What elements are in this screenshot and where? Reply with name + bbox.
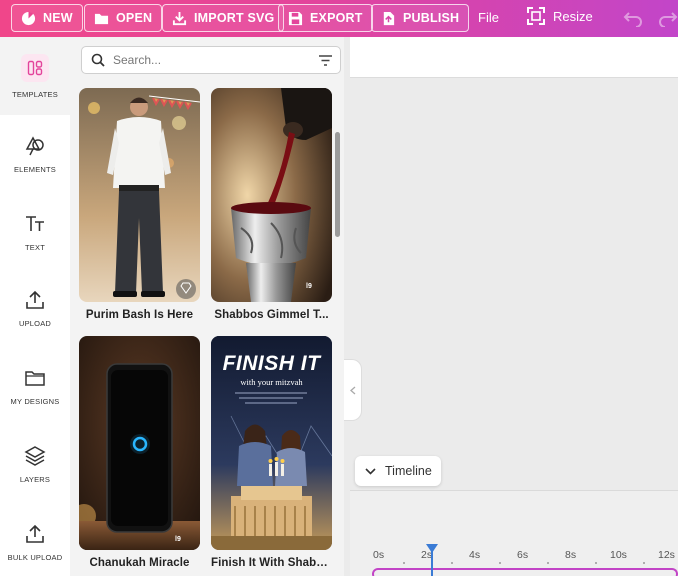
template-thumbnail: l9: [79, 336, 200, 550]
chevron-left-icon: [349, 386, 355, 394]
scrollbar-thumb[interactable]: [335, 132, 340, 237]
resize-button[interactable]: Resize: [527, 7, 593, 25]
wine-thumbnail-image: l9: [211, 88, 332, 302]
playhead-handle[interactable]: [426, 544, 438, 553]
template-title: Finish It With Shabb...: [211, 557, 332, 569]
layers-icon: [24, 445, 46, 466]
sidebar-label-elements: ELEMENTS: [13, 164, 57, 174]
folder-icon: [25, 370, 45, 386]
filter-icon[interactable]: [319, 55, 332, 66]
top-toolbar: NEW OPEN IMPORT SVG EXPORT PUBLISH File …: [0, 0, 678, 37]
search-input[interactable]: [113, 53, 303, 67]
export-label: EXPORT: [310, 11, 363, 25]
tick-label: 8s: [565, 549, 577, 561]
purim-thumbnail-image: [79, 88, 200, 302]
upload-icon: [26, 290, 44, 309]
template-thumbnail: FINISH IT with your mitzvah: [211, 336, 332, 550]
open-button[interactable]: OPEN: [84, 4, 163, 32]
publish-button[interactable]: PUBLISH: [371, 4, 470, 32]
import-svg-button[interactable]: IMPORT SVG: [162, 4, 285, 32]
template-card[interactable]: l9 Chanukah Miracle: [79, 336, 200, 569]
search-box: [81, 46, 341, 74]
timeline-track[interactable]: [372, 568, 678, 576]
sidebar-item-layers[interactable]: LAYERS: [0, 425, 70, 503]
chevron-down-icon: [365, 467, 376, 475]
publish-label: PUBLISH: [403, 11, 460, 25]
new-icon: [21, 11, 36, 25]
shapes-icon: [25, 135, 44, 155]
file-menu[interactable]: File: [478, 10, 499, 25]
bulk-upload-icon: [26, 524, 44, 543]
left-sidebar: TEMPLATES ELEMENTS TEXT UPLOAD MY DESIGN…: [0, 37, 70, 576]
chanukah-thumbnail-image: l9: [79, 336, 200, 550]
templates-panel: Purim Bash Is Here l9 Shabbos Gimmel T..…: [70, 37, 344, 576]
undo-icon[interactable]: [623, 9, 643, 27]
import-icon: [172, 11, 187, 25]
tick-dot: [595, 562, 597, 564]
tick-label: 10s: [610, 549, 627, 561]
tick-label: 0s: [373, 549, 385, 561]
template-card[interactable]: l9 Shabbos Gimmel T...: [211, 88, 332, 321]
tick-dot: [499, 562, 501, 564]
brand-mark: l9: [306, 283, 312, 290]
resize-icon: [527, 7, 545, 25]
template-title: Purim Bash Is Here: [85, 309, 194, 321]
search-icon: [91, 53, 105, 67]
sidebar-label-text: TEXT: [25, 242, 45, 252]
tick-dot: [451, 562, 453, 564]
save-icon: [288, 11, 303, 25]
sidebar-item-templates[interactable]: TEMPLATES: [0, 37, 70, 115]
template-thumbnail: [79, 88, 200, 302]
sidebar-label-layers: LAYERS: [19, 474, 51, 484]
timeline-ruler[interactable]: 0s 2s 4s 6s 8s 10s 12s: [366, 549, 678, 569]
sidebar-item-my-designs[interactable]: MY DESIGNS: [0, 347, 70, 425]
timeline-toggle[interactable]: Timeline: [355, 456, 441, 486]
tick-label: 6s: [517, 549, 529, 561]
folder-open-icon: [94, 13, 109, 24]
sidebar-label-bulk-upload: BULK UPLOAD: [7, 552, 63, 562]
redo-icon[interactable]: [658, 9, 678, 27]
poster-headline: FINISH IT: [222, 352, 321, 375]
publish-icon: [383, 11, 395, 25]
tick-dot: [643, 562, 645, 564]
template-title: Shabbos Gimmel T...: [214, 309, 329, 321]
tick-label: 4s: [469, 549, 481, 561]
template-thumbnail: l9: [211, 88, 332, 302]
brand-mark: l9: [175, 536, 181, 543]
text-icon: [26, 215, 44, 231]
timeline-label: Timeline: [385, 464, 432, 478]
templates-icon: [21, 53, 49, 82]
tick-label: 12s: [658, 549, 675, 561]
panel-collapse-handle[interactable]: [344, 359, 362, 421]
new-button[interactable]: NEW: [11, 4, 83, 32]
template-title: Chanukah Miracle: [89, 557, 190, 569]
sidebar-label-templates: TEMPLATES: [12, 89, 58, 99]
resize-label: Resize: [553, 8, 593, 24]
sidebar-item-bulk-upload[interactable]: BULK UPLOAD: [0, 503, 70, 576]
open-button-label: OPEN: [116, 11, 153, 25]
sidebar-label-upload: UPLOAD: [18, 318, 52, 328]
template-card[interactable]: Purim Bash Is Here: [79, 88, 200, 321]
poster-subline: with your mitzvah: [240, 377, 303, 387]
tick-dot: [547, 562, 549, 564]
new-button-label: NEW: [43, 11, 73, 25]
canvas-header: [350, 37, 678, 78]
export-button[interactable]: EXPORT: [278, 4, 373, 32]
sidebar-item-text[interactable]: TEXT: [0, 193, 70, 271]
template-card[interactable]: FINISH IT with your mitzvah Finish It Wi…: [211, 336, 332, 569]
sidebar-item-upload[interactable]: UPLOAD: [0, 269, 70, 347]
sidebar-label-my-designs: MY DESIGNS: [10, 396, 60, 406]
sidebar-item-elements[interactable]: ELEMENTS: [0, 115, 70, 193]
tick-dot: [403, 562, 405, 564]
import-svg-label: IMPORT SVG: [194, 11, 275, 25]
